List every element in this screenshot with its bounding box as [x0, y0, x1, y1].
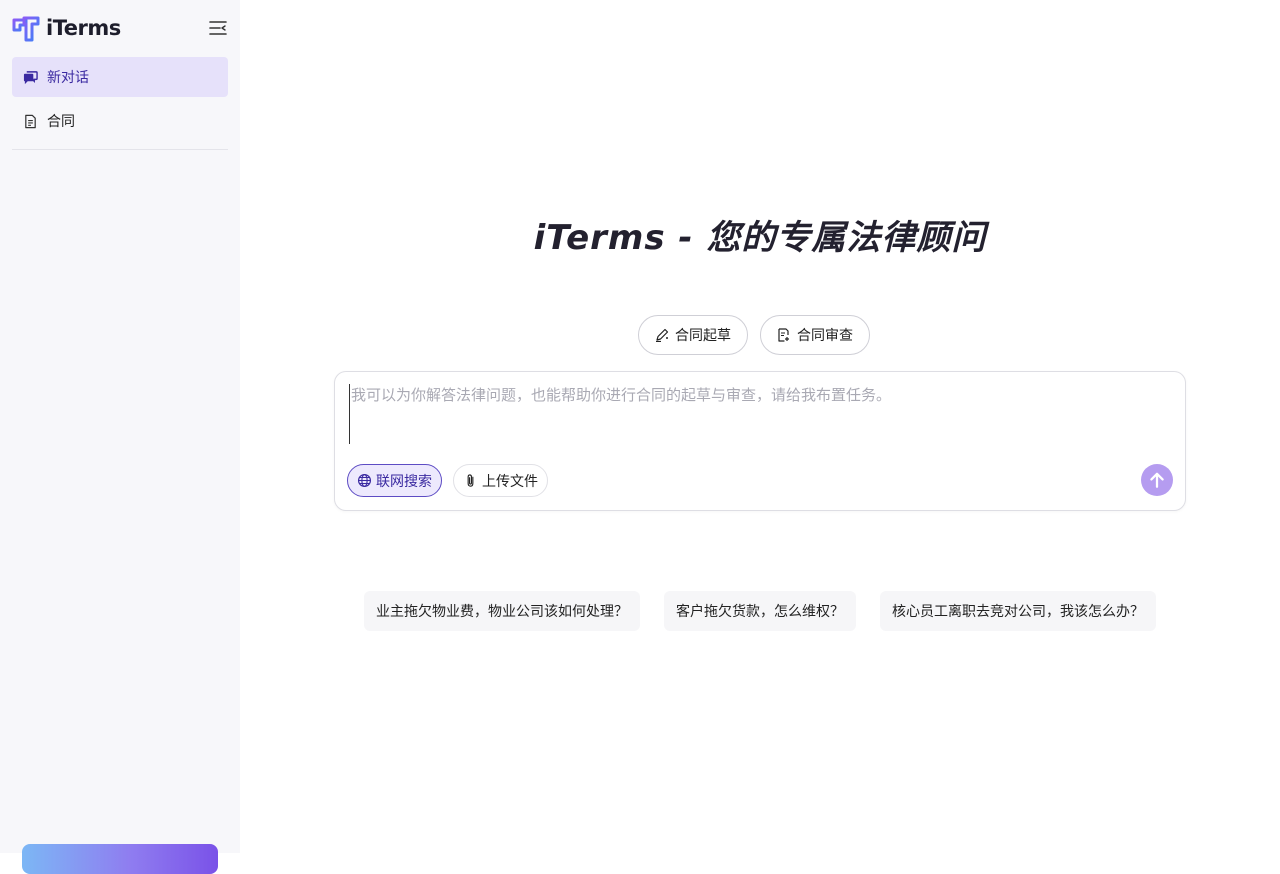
- web-search-label: 联网搜索: [376, 473, 432, 490]
- suggestion-chip[interactable]: 核心员工离职去竞对公司，我该怎么办？: [880, 591, 1156, 631]
- upload-file-label: 上传文件: [482, 473, 538, 490]
- page-title: iTerms - 您的专属法律顾问: [533, 218, 987, 258]
- mode-label: 合同审查: [797, 328, 853, 344]
- suggestion-list: 业主拖欠物业费，物业公司该如何处理？ 客户拖欠货款，怎么维权？ 核心员工离职去竞…: [364, 591, 1156, 631]
- contract-draft-button[interactable]: 合同起草: [638, 315, 748, 355]
- globe-icon: [357, 473, 372, 488]
- main-content: iTerms - 您的专属法律顾问 合同起草 合同审查 我可以为你解答法律问题，…: [240, 0, 1280, 853]
- suggestion-chip[interactable]: 业主拖欠物业费，物业公司该如何处理？: [364, 591, 640, 631]
- arrow-up-icon: [1150, 472, 1164, 488]
- sidebar-item-label: 合同: [47, 114, 75, 130]
- sidebar-item-contract[interactable]: 合同: [12, 101, 228, 141]
- send-button[interactable]: [1141, 464, 1173, 496]
- pen-draft-icon: [655, 328, 669, 342]
- suggestion-chip[interactable]: 客户拖欠货款，怎么维权？: [664, 591, 856, 631]
- sidebar: iTerms 新对话 合同: [0, 0, 240, 874]
- chat-composer: 联网搜索 上传文件: [334, 371, 1186, 511]
- logo: iTerms: [12, 14, 228, 44]
- promo-banner[interactable]: [22, 844, 218, 874]
- mode-label: 合同起草: [675, 328, 731, 344]
- prompt-input[interactable]: [349, 384, 1169, 444]
- sidebar-item-new-chat[interactable]: 新对话: [12, 57, 228, 97]
- mode-buttons: 合同起草 合同审查: [638, 315, 870, 355]
- document-icon: [23, 114, 38, 129]
- sidebar-divider: [12, 149, 228, 150]
- logo-text: iTerms: [46, 16, 121, 40]
- collapse-sidebar-icon[interactable]: [208, 18, 228, 38]
- contract-review-button[interactable]: 合同审查: [760, 315, 870, 355]
- paperclip-icon: [463, 473, 478, 488]
- logo-mark-icon: [12, 16, 40, 42]
- document-review-icon: [777, 328, 791, 342]
- chat-bubbles-icon: [23, 70, 38, 85]
- web-search-toggle[interactable]: 联网搜索: [347, 464, 442, 497]
- sidebar-item-label: 新对话: [47, 70, 89, 86]
- upload-file-button[interactable]: 上传文件: [453, 464, 548, 497]
